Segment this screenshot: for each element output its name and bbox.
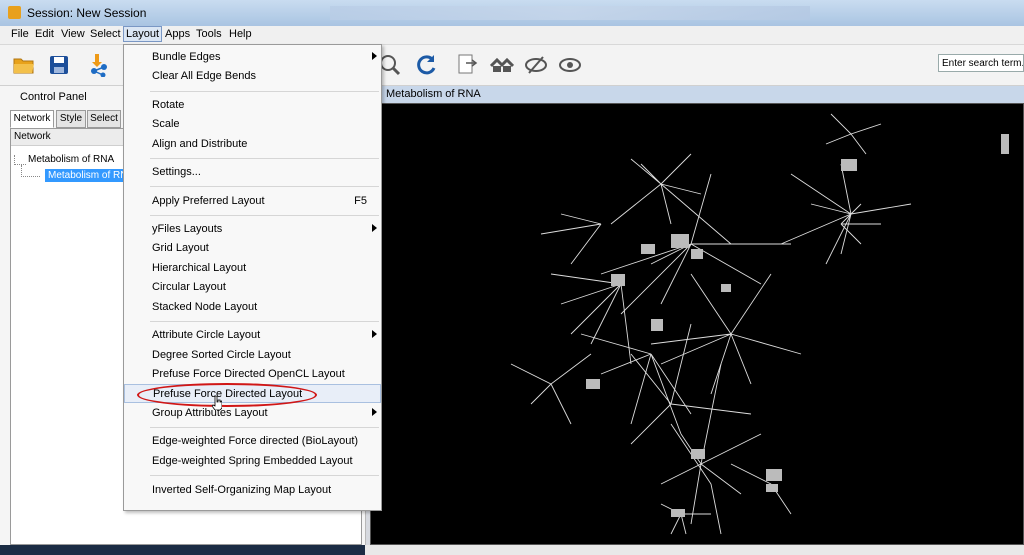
network-view-title: Metabolism of RNA (386, 88, 481, 100)
submenu-arrow-icon (372, 224, 377, 232)
menu-item-degree-sorted-circle-layout[interactable]: Degree Sorted Circle Layout (124, 346, 381, 365)
network-graph (510, 113, 1009, 535)
show-icon[interactable] (558, 53, 582, 77)
title-bar: Session: New Session (0, 0, 1024, 27)
menu-item-stacked-node-layout[interactable]: Stacked Node Layout (124, 298, 381, 317)
search-input[interactable]: Enter search term... (938, 54, 1024, 72)
menu-tools[interactable]: Tools (196, 28, 222, 40)
network-collection-item[interactable]: Metabolism of RNA (28, 154, 114, 165)
menu-apps[interactable]: Apps (165, 28, 190, 40)
menu-layout[interactable]: Layout (123, 26, 163, 42)
menu-item-yfiles-layouts[interactable]: yFiles Layouts (124, 220, 381, 239)
menu-separator (150, 158, 379, 159)
menu-item-edge-weighted-force-directed[interactable]: Edge-weighted Force directed (BioLayout) (124, 432, 381, 451)
hand-cursor-icon (212, 396, 222, 410)
save-icon[interactable] (47, 53, 71, 77)
control-panel-title: Control Panel (20, 91, 87, 103)
menu-help[interactable]: Help (229, 28, 252, 40)
menu-file[interactable]: File (11, 28, 29, 40)
window-title: Session: New Session (27, 6, 147, 20)
export-image-icon[interactable] (455, 53, 479, 77)
menu-item-clear-edge-bends[interactable]: Clear All Edge Bends (124, 67, 381, 86)
menu-item-attribute-circle-layout[interactable]: Attribute Circle Layout (124, 326, 381, 345)
home-icon[interactable] (490, 53, 514, 77)
menu-item-edge-weighted-spring-embedded[interactable]: Edge-weighted Spring Embedded Layout (124, 452, 381, 471)
open-folder-icon[interactable] (12, 53, 36, 77)
menu-item-settings[interactable]: Settings... (124, 163, 381, 182)
menu-separator (150, 321, 379, 322)
view-bottom-strip (365, 545, 1024, 555)
menu-edit[interactable]: Edit (35, 28, 54, 40)
tab-network[interactable]: Network (10, 110, 54, 128)
network-canvas[interactable] (370, 103, 1024, 545)
menu-item-bundle-edges[interactable]: Bundle Edges (124, 48, 381, 67)
title-bar-blur (330, 6, 810, 20)
app-icon (8, 6, 21, 19)
menu-separator (150, 427, 379, 428)
submenu-arrow-icon (372, 408, 377, 416)
menu-item-hierarchical-layout[interactable]: Hierarchical Layout (124, 259, 381, 278)
collection-icon (14, 155, 26, 165)
accelerator-f5: F5 (354, 195, 367, 207)
menu-item-group-attributes-layout[interactable]: Group Attributes Layout (124, 404, 381, 423)
layout-menu: Bundle Edges Clear All Edge Bends Rotate… (123, 44, 382, 511)
tab-style[interactable]: Style (56, 110, 86, 128)
menu-item-apply-preferred-layout[interactable]: Apply Preferred Layout F5 (124, 192, 381, 211)
menu-separator (150, 186, 379, 187)
status-strip (0, 545, 365, 555)
menu-item-inverted-som-layout[interactable]: Inverted Self-Organizing Map Layout (124, 481, 381, 500)
menu-view[interactable]: View (61, 28, 85, 40)
menu-separator (150, 91, 379, 92)
submenu-arrow-icon (372, 330, 377, 338)
tab-select[interactable]: Select (87, 110, 121, 128)
menu-separator (150, 215, 379, 216)
highlight-ellipse (137, 383, 317, 407)
menu-select[interactable]: Select (90, 28, 121, 40)
submenu-arrow-icon (372, 52, 377, 60)
menu-separator (150, 475, 379, 476)
menu-item-prefuse-opencl-layout[interactable]: Prefuse Force Directed OpenCL Layout (124, 365, 381, 384)
import-network-icon[interactable] (86, 53, 110, 77)
menu-item-circular-layout[interactable]: Circular Layout (124, 278, 381, 297)
menu-item-align-distribute[interactable]: Align and Distribute (124, 135, 381, 154)
tree-connector (21, 165, 40, 177)
menu-item-scale[interactable]: Scale (124, 115, 381, 134)
menu-item-rotate[interactable]: Rotate (124, 96, 381, 115)
network-view-titlebar: Metabolism of RNA (370, 86, 1024, 104)
hide-icon[interactable] (524, 53, 548, 77)
menu-bar: File Edit View Select Layout Apps Tools … (0, 26, 1024, 45)
refresh-icon[interactable] (415, 53, 439, 77)
menu-item-grid-layout[interactable]: Grid Layout (124, 239, 381, 258)
